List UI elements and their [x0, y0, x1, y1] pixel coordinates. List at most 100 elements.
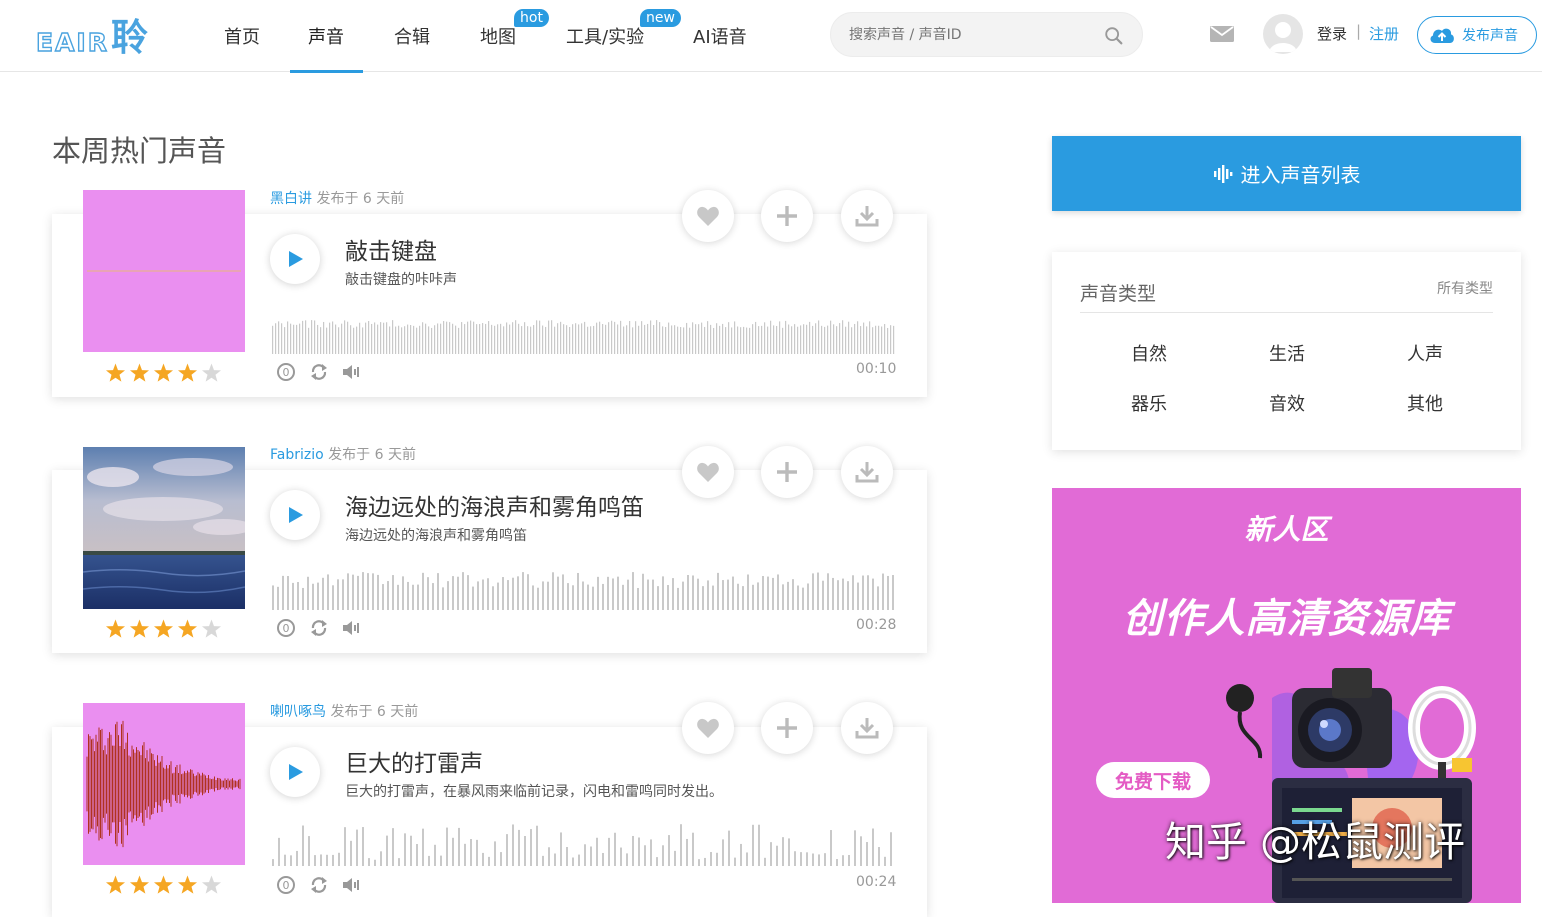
type-voice[interactable]: 人声	[1365, 340, 1485, 366]
waveform-bar	[692, 832, 694, 866]
waveform-bar	[530, 326, 532, 354]
volume-icon[interactable]	[341, 875, 361, 895]
waveform-bar	[407, 581, 409, 610]
type-other[interactable]: 其他	[1365, 390, 1485, 416]
site-logo[interactable]: EAIR 聆	[35, 14, 148, 59]
waveform-bar	[740, 843, 742, 866]
waveform-bar	[530, 829, 532, 866]
waveform-bar	[536, 825, 538, 866]
waveform-bar	[299, 323, 301, 354]
waveform-bar	[884, 856, 886, 866]
waveform-bar	[566, 846, 568, 866]
repeat-icon[interactable]	[309, 362, 329, 382]
download-button[interactable]	[841, 702, 893, 754]
loop-off-icon[interactable]: 0	[276, 618, 296, 638]
sound-thumbnail[interactable]	[83, 703, 245, 865]
banner-headline: 创作人高清资源库	[1122, 596, 1451, 642]
like-button[interactable]	[682, 190, 734, 242]
sound-title[interactable]: 巨大的打雷声	[345, 744, 483, 778]
waveform-thumbnail-graphic	[87, 270, 241, 272]
nav-item-collections[interactable]: 合辑	[376, 0, 462, 72]
nav-item-ai-voice[interactable]: AI语音	[675, 0, 775, 72]
volume-icon[interactable]	[341, 362, 361, 382]
waveform-bar	[830, 320, 832, 354]
sound-title[interactable]: 敲击键盘	[345, 232, 437, 266]
add-to-collection-button[interactable]	[761, 190, 813, 242]
waveform-bar	[725, 327, 727, 354]
waveform-bar	[392, 828, 394, 866]
waveform-bar	[641, 321, 643, 354]
all-types-link[interactable]: 所有类型	[1437, 278, 1493, 298]
author-link[interactable]: 喇叭啄鸟	[270, 704, 326, 720]
waveform-bar	[797, 585, 799, 610]
publish-sound-button[interactable]: 发布声音	[1417, 16, 1537, 54]
waveform-bar	[572, 585, 574, 610]
waveform-bar	[524, 322, 526, 354]
add-to-collection-button[interactable]	[761, 702, 813, 754]
waveform-bar	[642, 573, 644, 610]
waveform-bar	[524, 836, 526, 866]
type-sfx[interactable]: 音效	[1227, 390, 1347, 416]
free-download-tag[interactable]: 免费下载	[1096, 762, 1210, 798]
nav-item-sounds[interactable]: 声音	[290, 0, 376, 72]
play-button[interactable]	[270, 490, 320, 540]
register-link[interactable]: 注册	[1369, 23, 1399, 44]
nav-item-map[interactable]: 地图 hot	[462, 0, 549, 72]
waveform-bar	[278, 837, 280, 866]
author-link[interactable]: Fabrizio	[270, 447, 324, 463]
enter-sound-list-button[interactable]: 进入声音列表	[1052, 136, 1521, 211]
loop-off-icon[interactable]: 0	[276, 362, 296, 382]
sound-thumbnail[interactable]	[82, 447, 253, 609]
search-input[interactable]	[849, 25, 1089, 45]
waveform-bar	[272, 585, 274, 610]
waveform-bar	[578, 854, 580, 866]
waveform-bar	[857, 582, 859, 610]
volume-icon[interactable]	[341, 618, 361, 638]
logo-cn-text: 聆	[110, 16, 148, 59]
nav-item-home[interactable]: 首页	[206, 0, 279, 72]
waveform-bar	[777, 574, 779, 610]
repeat-icon[interactable]	[309, 618, 329, 638]
waveform-bar	[307, 576, 309, 610]
play-button[interactable]	[270, 234, 320, 284]
sound-title[interactable]: 海边远处的海浪声和雾角鸣笛	[345, 488, 644, 522]
download-icon	[855, 718, 879, 739]
waveform-bar	[317, 324, 319, 354]
waveform-bar	[287, 321, 289, 354]
waveform-bar	[302, 825, 304, 866]
waveform-bar	[833, 324, 835, 354]
download-button[interactable]	[841, 190, 893, 242]
svg-text:0: 0	[283, 622, 290, 635]
type-nature[interactable]: 自然	[1089, 340, 1209, 366]
nav-item-tools[interactable]: 工具/实验 new	[548, 0, 681, 72]
waveform[interactable]	[272, 824, 896, 866]
nav-label: 首页	[224, 27, 260, 48]
download-button[interactable]	[841, 446, 893, 498]
sound-duration: 00:28	[856, 617, 897, 633]
waveform[interactable]	[272, 312, 896, 354]
author-link[interactable]: 黑白讲	[270, 191, 312, 207]
waveform[interactable]	[272, 568, 896, 610]
waveform-bar	[622, 584, 624, 610]
waveform-bar	[432, 583, 434, 610]
waveform-bar	[882, 573, 884, 610]
mail-icon[interactable]	[1209, 24, 1235, 44]
add-to-collection-button[interactable]	[761, 446, 813, 498]
type-life[interactable]: 生活	[1227, 340, 1347, 366]
avatar[interactable]	[1263, 14, 1303, 54]
waveform-bar	[473, 321, 475, 354]
like-button[interactable]	[682, 446, 734, 498]
loop-off-icon[interactable]: 0	[276, 875, 296, 895]
waveform-bar	[584, 321, 586, 354]
type-instrument[interactable]: 器乐	[1089, 390, 1209, 416]
play-icon	[289, 251, 303, 267]
repeat-icon[interactable]	[309, 875, 329, 895]
waveform-bar	[680, 327, 682, 354]
sound-thumbnail[interactable]	[83, 190, 245, 352]
login-link[interactable]: 登录	[1317, 23, 1347, 44]
search-icon[interactable]	[1103, 25, 1125, 47]
play-button[interactable]	[270, 747, 320, 797]
waveform-bar	[848, 321, 850, 354]
waveform-bar	[479, 324, 481, 354]
like-button[interactable]	[682, 702, 734, 754]
